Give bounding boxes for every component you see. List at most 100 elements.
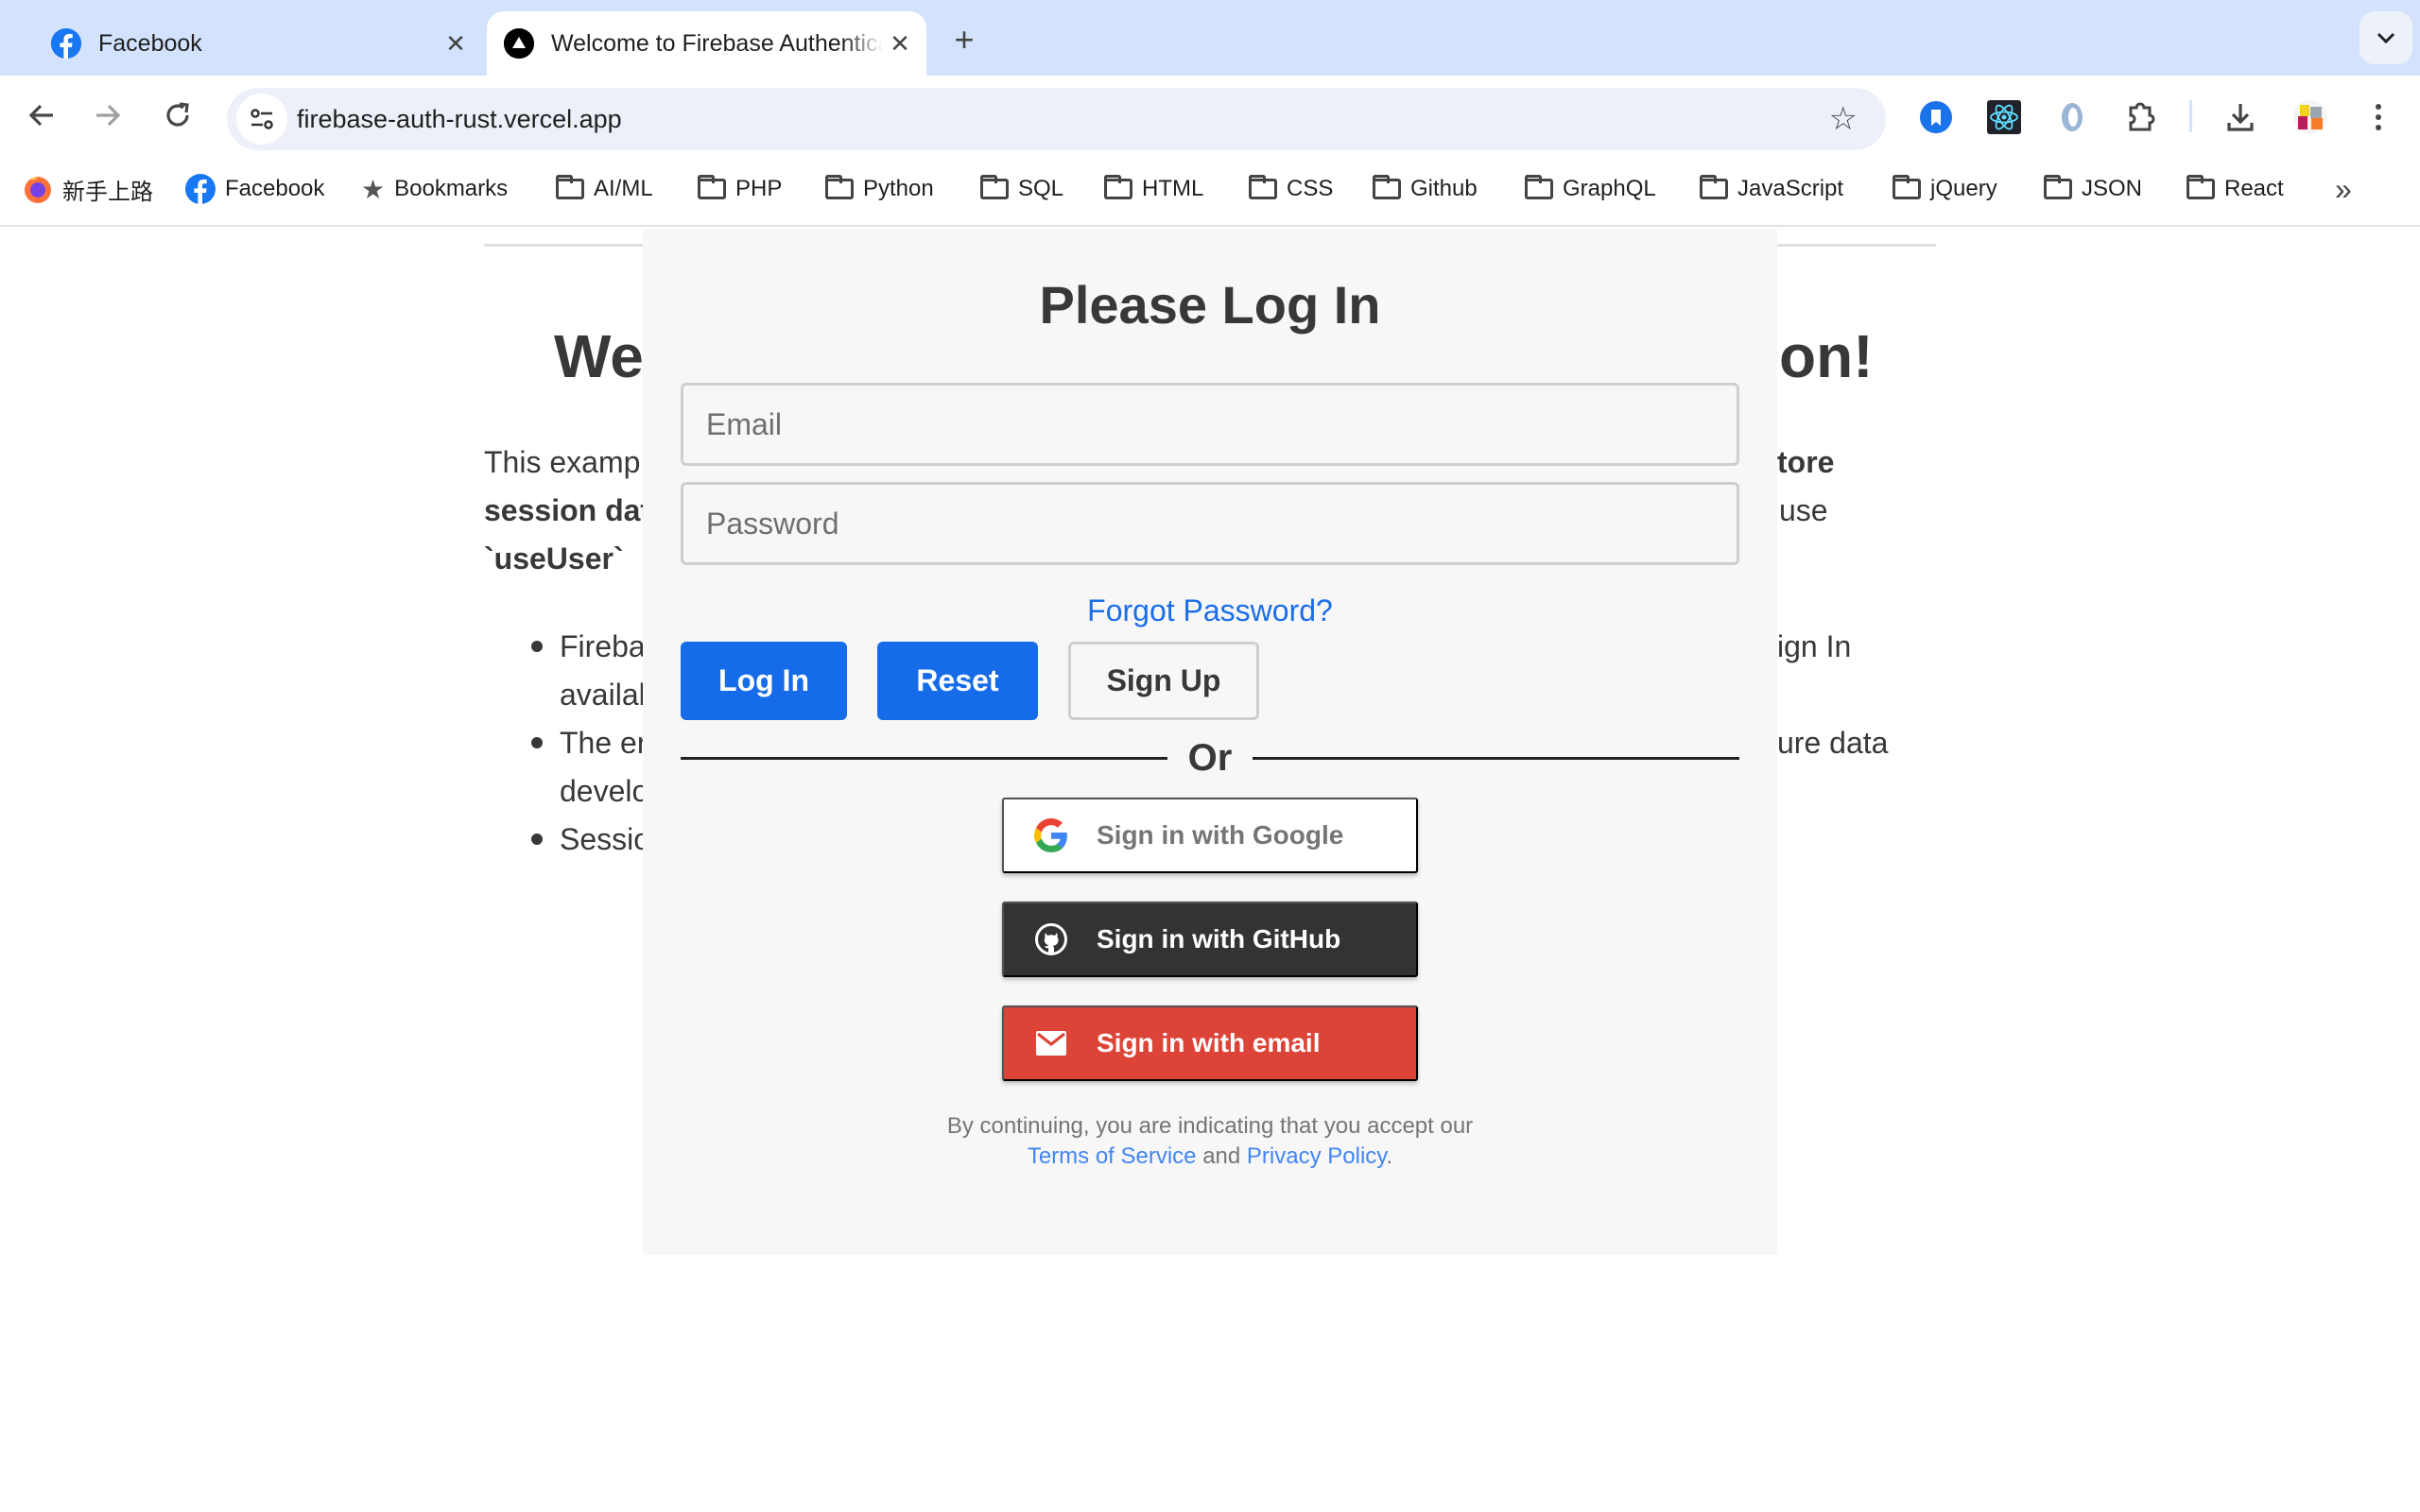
forgot-password-link[interactable]: Forgot Password? (643, 593, 1777, 628)
tab-firebase-auth[interactable]: Welcome to Firebase Authentication ✕ (487, 11, 926, 76)
page-heading-right: on! (1779, 322, 1874, 390)
intro-line-2-left: session dat (484, 493, 651, 527)
bookmark-bookmarks[interactable]: ★ Bookmarks (361, 153, 508, 225)
tab-search-button[interactable] (2360, 11, 2412, 64)
page-content: We on! This examp tore session dat use `… (0, 229, 2420, 1512)
email-signin-label: Sign in with email (1097, 1028, 1321, 1057)
bookmark-folder-html[interactable]: HTML (1104, 153, 1203, 225)
privacy-policy-link[interactable]: Privacy Policy (1247, 1143, 1387, 1169)
folder-icon (825, 175, 854, 199)
bullet-2-right: ure data (1777, 726, 1889, 760)
folder-icon (1249, 175, 1277, 199)
bookmark-xinshoushanglu[interactable]: 新手上路 (23, 153, 153, 225)
star-icon: ★ (361, 174, 386, 204)
folder-icon (1893, 175, 1921, 199)
back-button[interactable] (19, 93, 64, 138)
address-bar[interactable]: firebase-auth-rust.vercel.app ☆ (227, 88, 1886, 150)
folder-icon (698, 175, 726, 199)
bookmarks-overflow-button[interactable]: » (2335, 153, 2352, 225)
close-tab-icon[interactable]: ✕ (439, 26, 473, 60)
terms-of-service-link[interactable]: Terms of Service (1028, 1143, 1197, 1169)
bookmark-folder-javascript[interactable]: JavaScript (1700, 153, 1843, 225)
tab-title: Welcome to Firebase Authentication (551, 29, 883, 57)
bookmark-folder-sql[interactable]: SQL (980, 153, 1063, 225)
new-tab-button[interactable]: + (945, 20, 983, 59)
reset-button[interactable]: Reset (877, 642, 1038, 720)
bookmark-star-icon[interactable]: ☆ (1829, 100, 1858, 138)
site-settings-button[interactable] (236, 94, 287, 145)
folder-icon (1525, 175, 1553, 199)
bookmark-folder-react[interactable]: React (2187, 153, 2284, 225)
login-button[interactable]: Log In (681, 642, 847, 720)
react-devtools-icon[interactable] (1985, 98, 2023, 136)
bookmark-label: React (2224, 176, 2284, 201)
bullet-dot (531, 833, 543, 845)
facebook-icon (185, 174, 216, 204)
bookmark-extension-icon[interactable] (1917, 98, 1955, 136)
bullet-2-cont: develo (560, 774, 649, 808)
terms-notice-text: By continuing, you are indicating that y… (946, 1113, 1474, 1139)
downloads-icon[interactable] (2221, 98, 2259, 136)
intro-line-2-right: use (1779, 493, 1828, 527)
login-modal: Please Log In Forgot Password? Log In Re… (643, 229, 1777, 1255)
folder-icon (980, 175, 1009, 199)
json-viewer-icon[interactable] (2053, 98, 2091, 136)
extensions-puzzle-icon[interactable] (2121, 98, 2159, 136)
bookmark-label: jQuery (1930, 176, 1997, 201)
reload-icon (166, 102, 189, 127)
bookmark-folder-aiml[interactable]: AI/ML (556, 153, 653, 225)
signup-button[interactable]: Sign Up (1068, 642, 1259, 720)
bookmark-folder-css[interactable]: CSS (1249, 153, 1333, 225)
bullet-1-cont: availab (560, 678, 656, 712)
bookmarks-bar: 新手上路 Facebook ★ Bookmarks AI/ML PHP Pyth… (0, 153, 2420, 227)
bullet-dot (531, 641, 543, 652)
tab-title: Facebook (98, 29, 202, 57)
terms-and-text: and (1202, 1143, 1241, 1169)
folder-icon (2187, 175, 2215, 199)
bullet-3-left: Sessio (560, 822, 651, 856)
forward-button[interactable] (85, 93, 130, 138)
folder-icon (1104, 175, 1132, 199)
reload-button[interactable] (155, 93, 200, 138)
url-text[interactable]: firebase-auth-rust.vercel.app (297, 88, 622, 150)
github-icon (1034, 922, 1068, 956)
github-signin-label: Sign in with GitHub (1097, 924, 1341, 954)
firefox-icon (23, 174, 53, 204)
bookmark-label: CSS (1287, 176, 1334, 201)
bookmark-facebook[interactable]: Facebook (185, 153, 324, 225)
bookmark-label: SQL (1018, 176, 1064, 201)
bookmark-folder-python[interactable]: Python (825, 153, 934, 225)
folder-icon (1700, 175, 1728, 199)
bullet-1-left: Fireba (560, 629, 646, 663)
intro-line-1-left: This examp (484, 445, 641, 479)
github-signin-button[interactable]: Sign in with GitHub (1002, 902, 1418, 977)
terms-notice: By continuing, you are indicating that y… (643, 1111, 1777, 1172)
password-field[interactable] (681, 482, 1739, 565)
google-signin-button[interactable]: Sign in with Google (1002, 798, 1418, 873)
arrow-right-icon (96, 104, 121, 127)
bookmark-folder-github[interactable]: Github (1373, 153, 1478, 225)
chevron-down-icon (2376, 26, 2396, 50)
bullet-1-right: ign In (1777, 629, 1852, 663)
mail-icon (1034, 1026, 1068, 1060)
page-heading-left: We (554, 322, 644, 390)
google-g-icon (1034, 818, 1068, 852)
browser-menu-icon[interactable] (2360, 98, 2397, 136)
tab-facebook[interactable]: Facebook ✕ (38, 11, 473, 76)
browser-toolbar: firebase-auth-rust.vercel.app ☆ (0, 76, 2420, 153)
folder-icon (1373, 175, 1401, 199)
vercel-triangle-icon (504, 28, 534, 59)
bookmark-label: GraphQL (1563, 176, 1656, 201)
bookmark-label: JSON (2082, 176, 2143, 201)
bookmark-folder-php[interactable]: PHP (698, 153, 782, 225)
email-field[interactable] (681, 383, 1739, 466)
email-signin-button[interactable]: Sign in with email (1002, 1005, 1418, 1081)
profile-avatar[interactable] (2291, 98, 2329, 136)
bookmark-folder-json[interactable]: JSON (2044, 153, 2142, 225)
bookmark-label: HTML (1142, 176, 1204, 201)
bullet-dot (531, 737, 543, 748)
bookmark-label: Facebook (225, 176, 325, 201)
bookmark-folder-graphql[interactable]: GraphQL (1525, 153, 1656, 225)
close-tab-icon[interactable]: ✕ (883, 26, 917, 60)
bookmark-folder-jquery[interactable]: jQuery (1893, 153, 1997, 225)
